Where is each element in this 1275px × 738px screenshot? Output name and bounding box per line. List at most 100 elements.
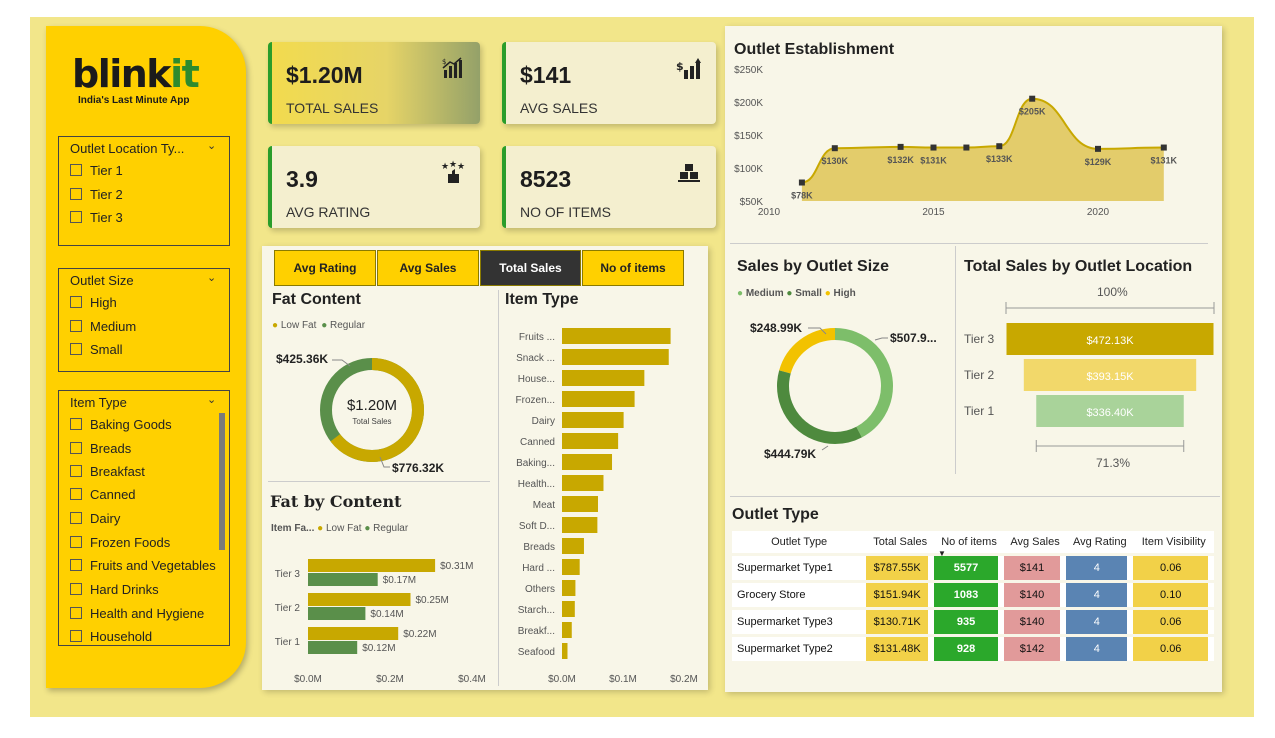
filter-option-item[interactable]: Frozen Foods (70, 535, 170, 550)
category-label: Tier 1 (275, 637, 301, 648)
checkbox[interactable] (70, 536, 82, 548)
table-row[interactable]: Supermarket Type3 $130.71K 935 $140 4 0.… (732, 610, 1214, 634)
kpi-avg-sales: $141 AVG SALES $ (502, 42, 716, 124)
sales-by-size-donut: $248.99K $507.9... $444.79K (750, 321, 937, 461)
tab-avg-rating[interactable]: Avg Rating (274, 250, 376, 286)
category-label: Starch... (518, 605, 555, 616)
cell-avg-sales: $141 (1004, 556, 1067, 580)
kpi-total-sales: $1.20M TOTAL SALES $ (268, 42, 480, 124)
filter-option-item[interactable]: Canned (70, 487, 136, 502)
svg-text:★: ★ (441, 162, 449, 172)
col-header[interactable]: Item Visibility (1133, 531, 1214, 553)
checkbox[interactable] (70, 418, 82, 430)
chevron-down-icon[interactable]: ⌄ (207, 393, 216, 406)
tab-total-sales[interactable]: Total Sales (480, 250, 581, 286)
checkbox[interactable] (70, 512, 82, 524)
tab-avg-sales[interactable]: Avg Sales (377, 250, 479, 286)
svg-text:★: ★ (449, 160, 457, 170)
outlet-location-slicer: Outlet Location Ty... ⌄ Tier 1 Tier 2 Ti… (58, 136, 230, 246)
data-label: $0.17M (383, 575, 416, 586)
slicer-title: Outlet Size (70, 273, 134, 288)
bar (562, 454, 613, 470)
category-label: Tier 1 (964, 404, 995, 418)
chevron-down-icon[interactable]: ⌄ (207, 271, 216, 284)
y-tick-label: $250K (734, 65, 763, 76)
filter-option-item[interactable]: Breads (70, 441, 131, 456)
sales-chart-icon: $ (442, 57, 462, 78)
data-label: $336.40K (1086, 407, 1134, 419)
tab-no-of-items[interactable]: No of items (582, 250, 684, 286)
filter-option-item[interactable]: Breakfast (70, 464, 145, 479)
checkbox[interactable] (70, 559, 82, 571)
bar (562, 328, 671, 344)
col-header[interactable]: No of items ▼ (934, 531, 1004, 558)
checkbox[interactable] (70, 465, 82, 477)
sales-by-location-title: Total Sales by Outlet Location (964, 258, 1193, 275)
cell-total-sales: $151.94K (866, 583, 935, 607)
data-label: $131K (920, 156, 947, 166)
filter-option-item[interactable]: Dairy (70, 511, 120, 526)
bar (562, 643, 568, 659)
checkbox[interactable] (70, 188, 82, 200)
checkbox[interactable] (70, 343, 82, 355)
checkbox[interactable] (70, 296, 82, 308)
kpi-label: NO OF ITEMS (520, 204, 611, 220)
filter-option-tier-2[interactable]: Tier 2 (70, 187, 123, 202)
table-row[interactable]: Supermarket Type2 $131.48K 928 $142 4 0.… (732, 637, 1214, 661)
col-header[interactable]: Avg Sales (1004, 531, 1067, 553)
bar-regular (308, 573, 378, 586)
item-type-title: Item Type (505, 291, 579, 308)
table-row[interactable]: Grocery Store $151.94K 1083 $140 4 0.10 (732, 583, 1214, 607)
slicer-scrollbar[interactable] (219, 413, 225, 550)
col-header[interactable]: Total Sales (866, 531, 935, 553)
rating-stars-icon: ★ ★ ★ (441, 160, 465, 183)
checkbox[interactable] (70, 320, 82, 332)
data-label: $0.12M (362, 643, 395, 654)
x-tick-label: $0.1M (609, 674, 637, 685)
donut-center-value: $1.20M (347, 397, 397, 414)
table-row[interactable]: Supermarket Type1 $787.55K 5577 $141 4 0… (732, 556, 1214, 580)
data-label: $129K (1085, 157, 1112, 167)
filter-option-item[interactable]: Fruits and Vegetables (70, 558, 216, 573)
checkbox[interactable] (70, 442, 82, 454)
col-header[interactable]: Avg Rating (1066, 531, 1134, 553)
filter-option-medium[interactable]: Medium (70, 319, 136, 334)
chevron-down-icon[interactable]: ⌄ (207, 139, 216, 152)
checkbox[interactable] (70, 630, 82, 642)
cell-avg-sales: $140 (1004, 610, 1067, 634)
data-label: $78K (791, 191, 813, 201)
filter-option-tier-1[interactable]: Tier 1 (70, 163, 123, 178)
checkbox[interactable] (70, 583, 82, 595)
svg-text:$: $ (442, 58, 446, 66)
checkbox[interactable] (70, 211, 82, 223)
funnel-bottom-percent: 71.3% (1096, 456, 1131, 470)
checkbox[interactable] (70, 488, 82, 500)
slice-label-high: $248.99K (750, 321, 802, 335)
data-label: $130K (822, 156, 849, 166)
filter-option-tier-3[interactable]: Tier 3 (70, 210, 123, 225)
bar-regular (308, 607, 366, 620)
category-label: Tier 2 (964, 368, 995, 382)
data-point (1029, 95, 1036, 102)
category-label: House... (518, 374, 555, 385)
category-label: Fruits ... (519, 332, 555, 343)
filter-option-item[interactable]: Hard Drinks (70, 582, 159, 597)
x-tick-label: $0.4M (458, 674, 486, 685)
filter-option-item[interactable]: Health and Hygiene (70, 606, 204, 621)
bar (562, 370, 645, 386)
data-label: $0.14M (370, 609, 403, 620)
filter-option-small[interactable]: Small (70, 342, 123, 357)
col-header[interactable]: Outlet Type (732, 531, 867, 553)
cell-avg-rating: 4 (1066, 610, 1134, 634)
checkbox[interactable] (70, 164, 82, 176)
cell-item-visibility: 0.06 (1133, 556, 1214, 580)
divider (955, 246, 956, 474)
category-label: Breads (523, 542, 555, 553)
cell-avg-rating: 4 (1066, 637, 1134, 661)
filter-option-item[interactable]: Household (70, 629, 152, 644)
category-label: Soft D... (519, 521, 555, 532)
fat-content-donut: $1.20M Total Sales $425.36K $776.32K (276, 352, 444, 475)
checkbox[interactable] (70, 607, 82, 619)
filter-option-item[interactable]: Baking Goods (70, 417, 172, 432)
filter-option-high[interactable]: High (70, 295, 117, 310)
